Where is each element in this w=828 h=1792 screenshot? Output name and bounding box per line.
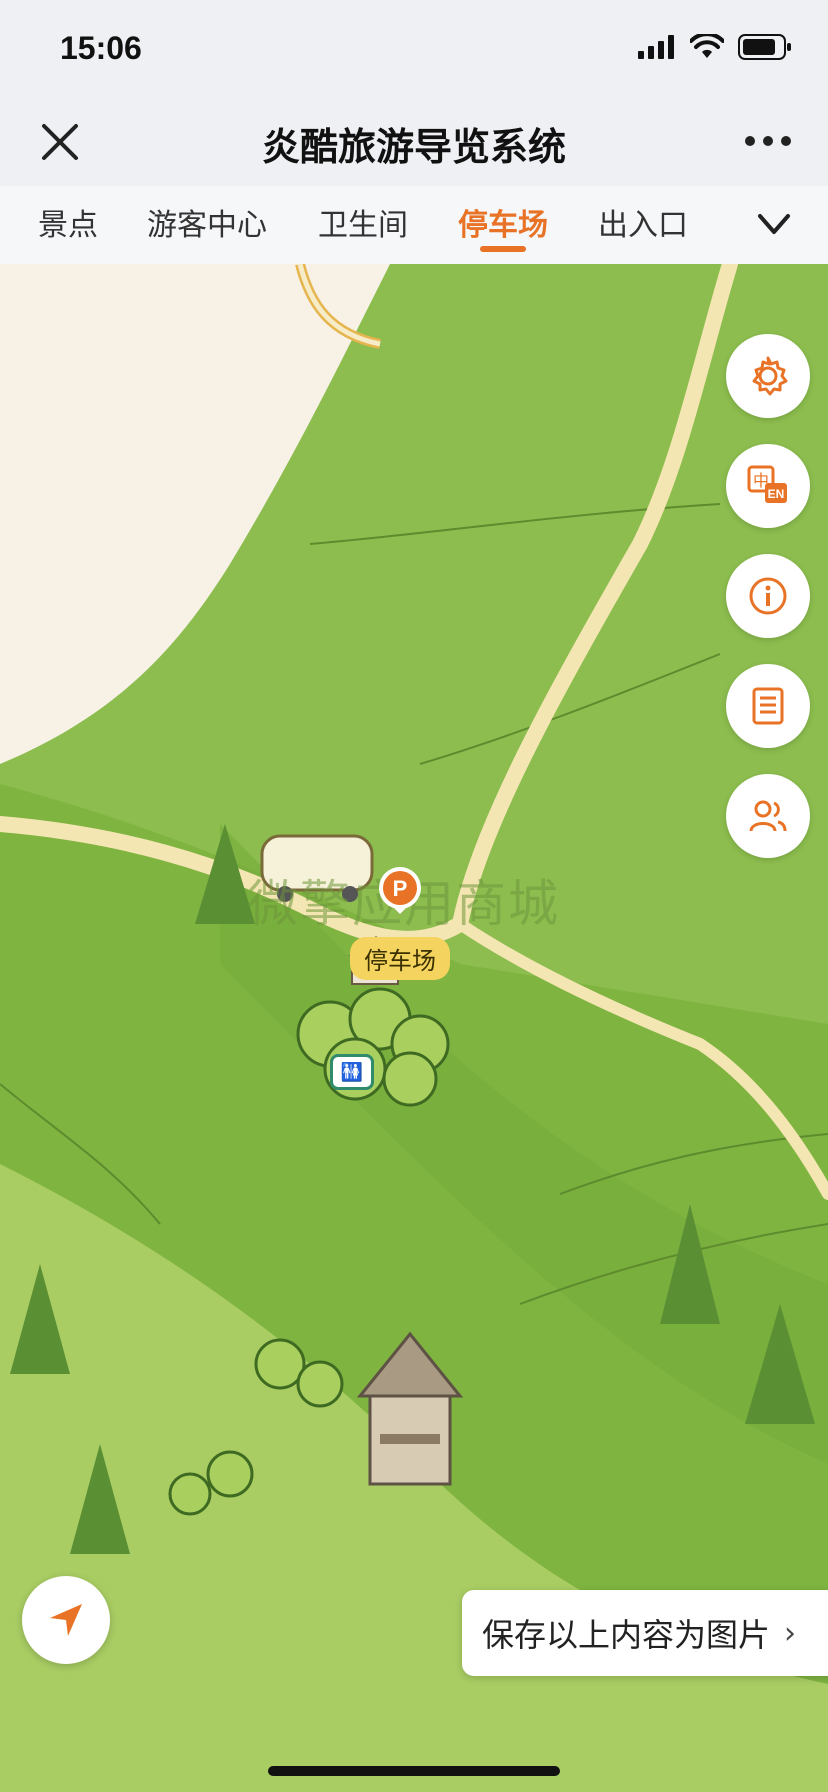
signal-icon bbox=[638, 35, 674, 59]
group-icon bbox=[749, 800, 787, 832]
active-tab-indicator bbox=[480, 246, 526, 252]
language-switch-icon: 中 EN bbox=[747, 465, 787, 503]
save-banner-label: 保存以上内容为图片 bbox=[482, 1616, 771, 1654]
page-title: 炎酷旅游导览系统 bbox=[261, 125, 566, 169]
settings-button[interactable] bbox=[726, 334, 810, 418]
info-icon bbox=[749, 577, 787, 615]
chevron-down-icon[interactable] bbox=[754, 206, 794, 242]
parking-poi-label[interactable]: 停车场 bbox=[350, 937, 450, 980]
tab-scenic-spots[interactable]: 景点 bbox=[38, 200, 98, 244]
language-switch-button[interactable]: 中 EN bbox=[726, 444, 810, 528]
navigation-arrow-icon bbox=[50, 1604, 82, 1636]
status-time: 15:06 bbox=[60, 30, 142, 66]
parking-pin-icon[interactable]: P bbox=[376, 866, 424, 914]
battery-icon bbox=[738, 34, 791, 60]
restroom-marker-icon[interactable]: 🚻 bbox=[330, 1054, 374, 1090]
chevron-right-icon: › bbox=[784, 1615, 797, 1651]
status-bar: 15:06 bbox=[0, 0, 828, 96]
svg-text:P: P bbox=[393, 876, 408, 901]
language-en-label: EN bbox=[768, 487, 785, 501]
tab-parking[interactable]: 停车场 bbox=[458, 200, 548, 244]
locate-button[interactable] bbox=[22, 1576, 110, 1664]
gear-icon bbox=[752, 356, 788, 396]
wifi-icon bbox=[690, 34, 724, 58]
status-icons bbox=[638, 34, 792, 60]
scenic-map[interactable]: 微擎应用商城 bbox=[0, 264, 828, 1792]
notice-icon bbox=[752, 687, 784, 725]
category-tab-bar: 景点 游客中心 卫生间 停车场 出入口 bbox=[0, 186, 828, 265]
nav-bar: 炎酷旅游导览系统 bbox=[0, 96, 828, 186]
notice-button[interactable] bbox=[726, 664, 810, 748]
group-button[interactable] bbox=[726, 774, 810, 858]
tab-entrances[interactable]: 出入口 bbox=[598, 200, 688, 244]
more-icon[interactable] bbox=[744, 126, 792, 156]
tab-visitor-center[interactable]: 游客中心 bbox=[147, 200, 267, 244]
info-button[interactable] bbox=[726, 554, 810, 638]
tab-restrooms[interactable]: 卫生间 bbox=[318, 200, 408, 244]
home-indicator bbox=[268, 1766, 560, 1776]
save-as-image-banner[interactable]: 保存以上内容为图片 › bbox=[462, 1590, 828, 1676]
map-illustration bbox=[0, 264, 828, 1792]
